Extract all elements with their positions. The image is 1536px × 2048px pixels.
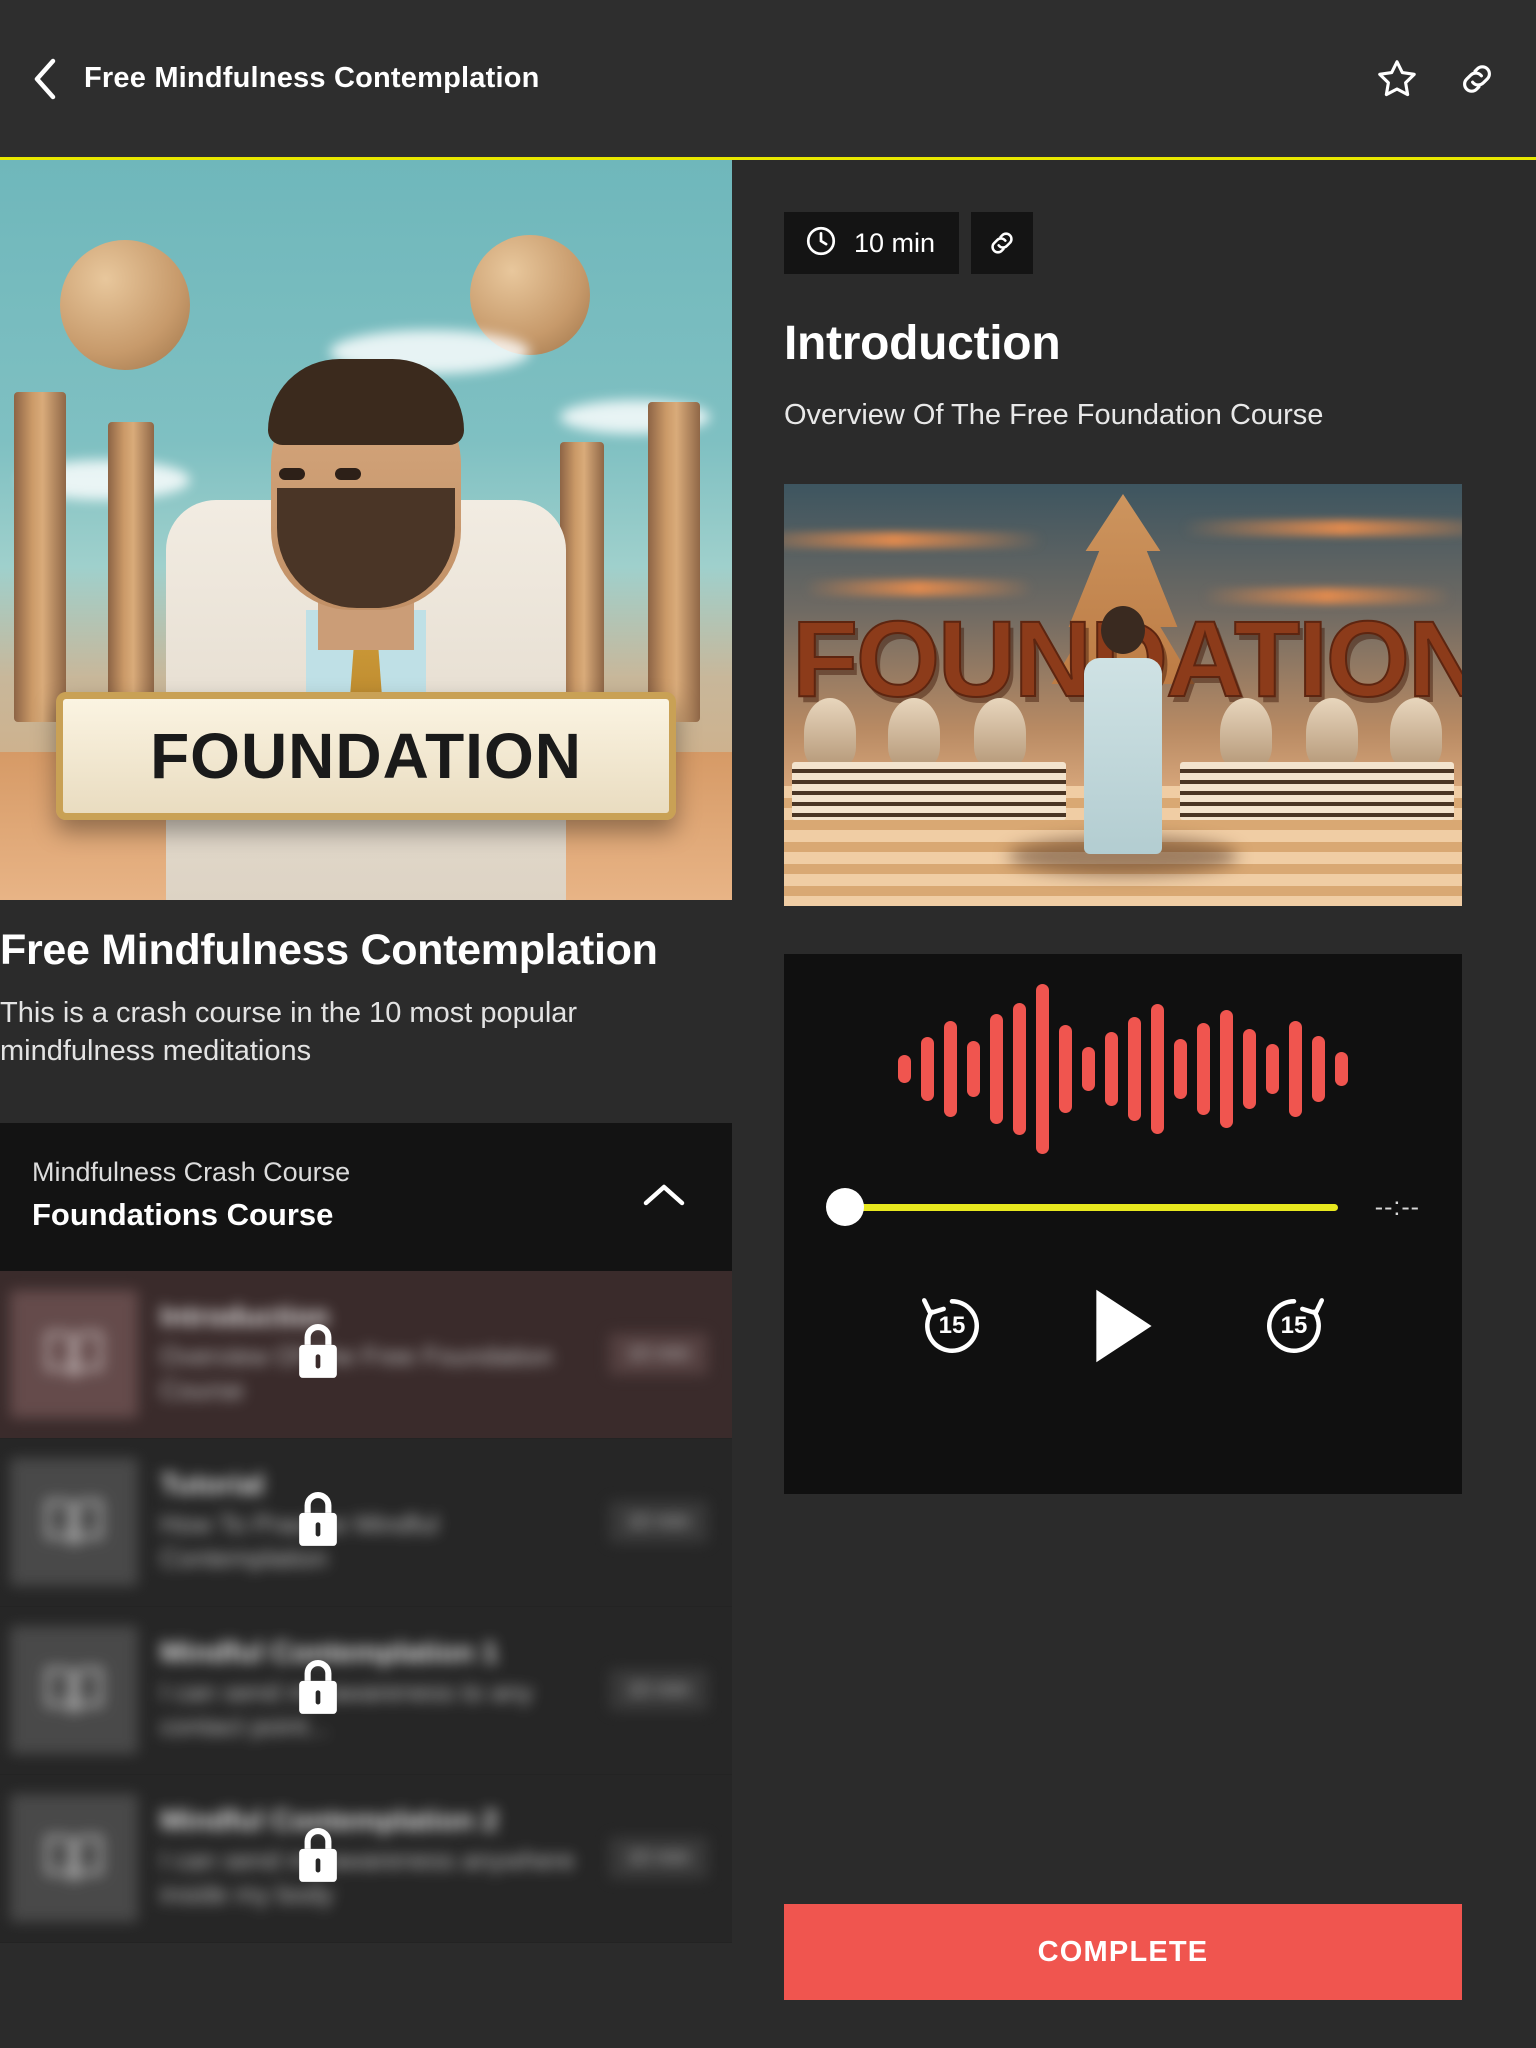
lesson-subtitle: Overview Of The Free Foundation Course [160,1340,553,1405]
forward-15-icon[interactable]: 15 [1256,1288,1332,1364]
hero-column [108,422,154,723]
time-display: --:-- [1374,1192,1420,1221]
lesson-content-blurred: Tutorial How To Practice Mindful Contemp… [10,1458,708,1587]
forward-seconds: 15 [1280,1312,1308,1339]
lesson-texts: Mindful Contemplation 2 I can send my aw… [138,1805,609,1912]
duration-text: 10 min [854,227,936,258]
table-row[interactable]: Mindful Contemplation 1 I can send my aw… [0,1606,732,1775]
lesson-content-blurred: Mindful Contemplation 2 I can send my aw… [10,1794,708,1923]
play-icon[interactable] [1088,1286,1158,1366]
duration-badge: 10 min [784,212,960,274]
lesson-duration: 10 min [608,1837,708,1880]
section-name: Foundations Course [32,1196,334,1232]
hero-plaque-text: FOUNDATION [150,720,582,792]
section-header[interactable]: Mindfulness Crash Course Foundations Cou… [0,1122,732,1271]
audio-player: --:-- 15 15 [784,954,1462,1494]
course-meta: Free Mindfulness Contemplation This is a… [0,900,732,1071]
book-icon [10,1794,138,1923]
lesson-duration: 10 min [608,1501,708,1544]
lesson-meta-row: 10 min [784,212,1484,274]
hero-column [648,402,700,723]
clock-icon [804,224,838,263]
lesson-description: Overview Of The Free Foundation Course [784,399,1324,431]
course-sidebar: FOUNDATION Free Mindfulness Contemplatio… [0,160,732,2048]
lesson-list: Introduction Overview Of The Free Founda… [0,1270,732,1943]
lesson-title: Mindful Contemplation 1 [160,1636,499,1669]
page-title: Free Mindfulness Contemplation [84,62,540,94]
hero-plaque: FOUNDATION [56,692,676,820]
table-row[interactable]: Mindful Contemplation 2 I can send my aw… [0,1774,732,1943]
header-actions [1374,56,1500,102]
waveform [826,954,1420,1184]
header-left-group: Free Mindfulness Contemplation [28,58,540,100]
lesson-texts: Tutorial How To Practice Mindful Contemp… [138,1469,609,1576]
complete-button[interactable]: COMPLETE [784,1904,1462,2000]
lesson-title: Introduction [160,1300,330,1333]
page-body: FOUNDATION Free Mindfulness Contemplatio… [0,160,1536,2048]
app-root: Free Mindfulness Contemplation FOUNDATIO… [0,0,1536,2048]
progress-row: --:-- [826,1188,1420,1226]
player-controls: 15 15 [826,1286,1420,1366]
lesson-content-blurred: Introduction Overview Of The Free Founda… [10,1290,708,1419]
course-hero-image: FOUNDATION [0,160,732,900]
rewind-15-icon[interactable]: 15 [914,1288,990,1364]
lesson-subtitle: How To Practice Mindful Contemplation [160,1508,439,1573]
lesson-heading: Introduction [784,317,1061,370]
book-icon [10,1290,138,1419]
hero-column [14,392,66,723]
progress-fill [848,1203,1338,1211]
course-title: Free Mindfulness Contemplation [0,926,658,974]
seek-slider[interactable] [826,1188,1338,1226]
chevron-left-icon[interactable] [28,58,62,100]
lesson-texts: Mindful Contemplation 1 I can send my aw… [138,1637,609,1744]
banner-person [1080,606,1166,854]
lesson-title: Mindful Contemplation 2 [160,1804,499,1837]
lesson-subtitle: I can send my awareness anywhere inside … [160,1844,575,1909]
link-icon[interactable] [1454,56,1500,102]
lesson-duration: 10 min [608,1333,708,1376]
lesson-banner-image: FOUNDATION [784,484,1462,906]
link-icon[interactable] [971,212,1034,274]
book-icon [10,1626,138,1755]
lesson-title: Tutorial [160,1468,265,1501]
rewind-seconds: 15 [938,1312,966,1339]
book-icon [10,1458,138,1587]
star-outline-icon[interactable] [1374,56,1420,102]
chevron-up-icon[interactable] [634,1165,694,1225]
lesson-duration: 10 min [608,1669,708,1712]
table-row[interactable]: Tutorial How To Practice Mindful Contemp… [0,1438,732,1607]
course-description: This is a crash course in the 10 most po… [0,997,578,1068]
lesson-subtitle: I can send my awareness to any contact p… [160,1676,533,1741]
seek-handle[interactable] [826,1188,864,1226]
lesson-content-blurred: Mindful Contemplation 1 I can send my aw… [10,1626,708,1755]
section-kicker: Mindfulness Crash Course [32,1156,351,1187]
lesson-detail-panel: 10 min Introduction Overview Of The Free… [732,160,1536,2048]
app-header: Free Mindfulness Contemplation [0,0,1536,160]
lesson-texts: Introduction Overview Of The Free Founda… [138,1301,609,1408]
table-row[interactable]: Introduction Overview Of The Free Founda… [0,1270,732,1439]
section-texts: Mindfulness Crash Course Foundations Cou… [32,1157,634,1233]
